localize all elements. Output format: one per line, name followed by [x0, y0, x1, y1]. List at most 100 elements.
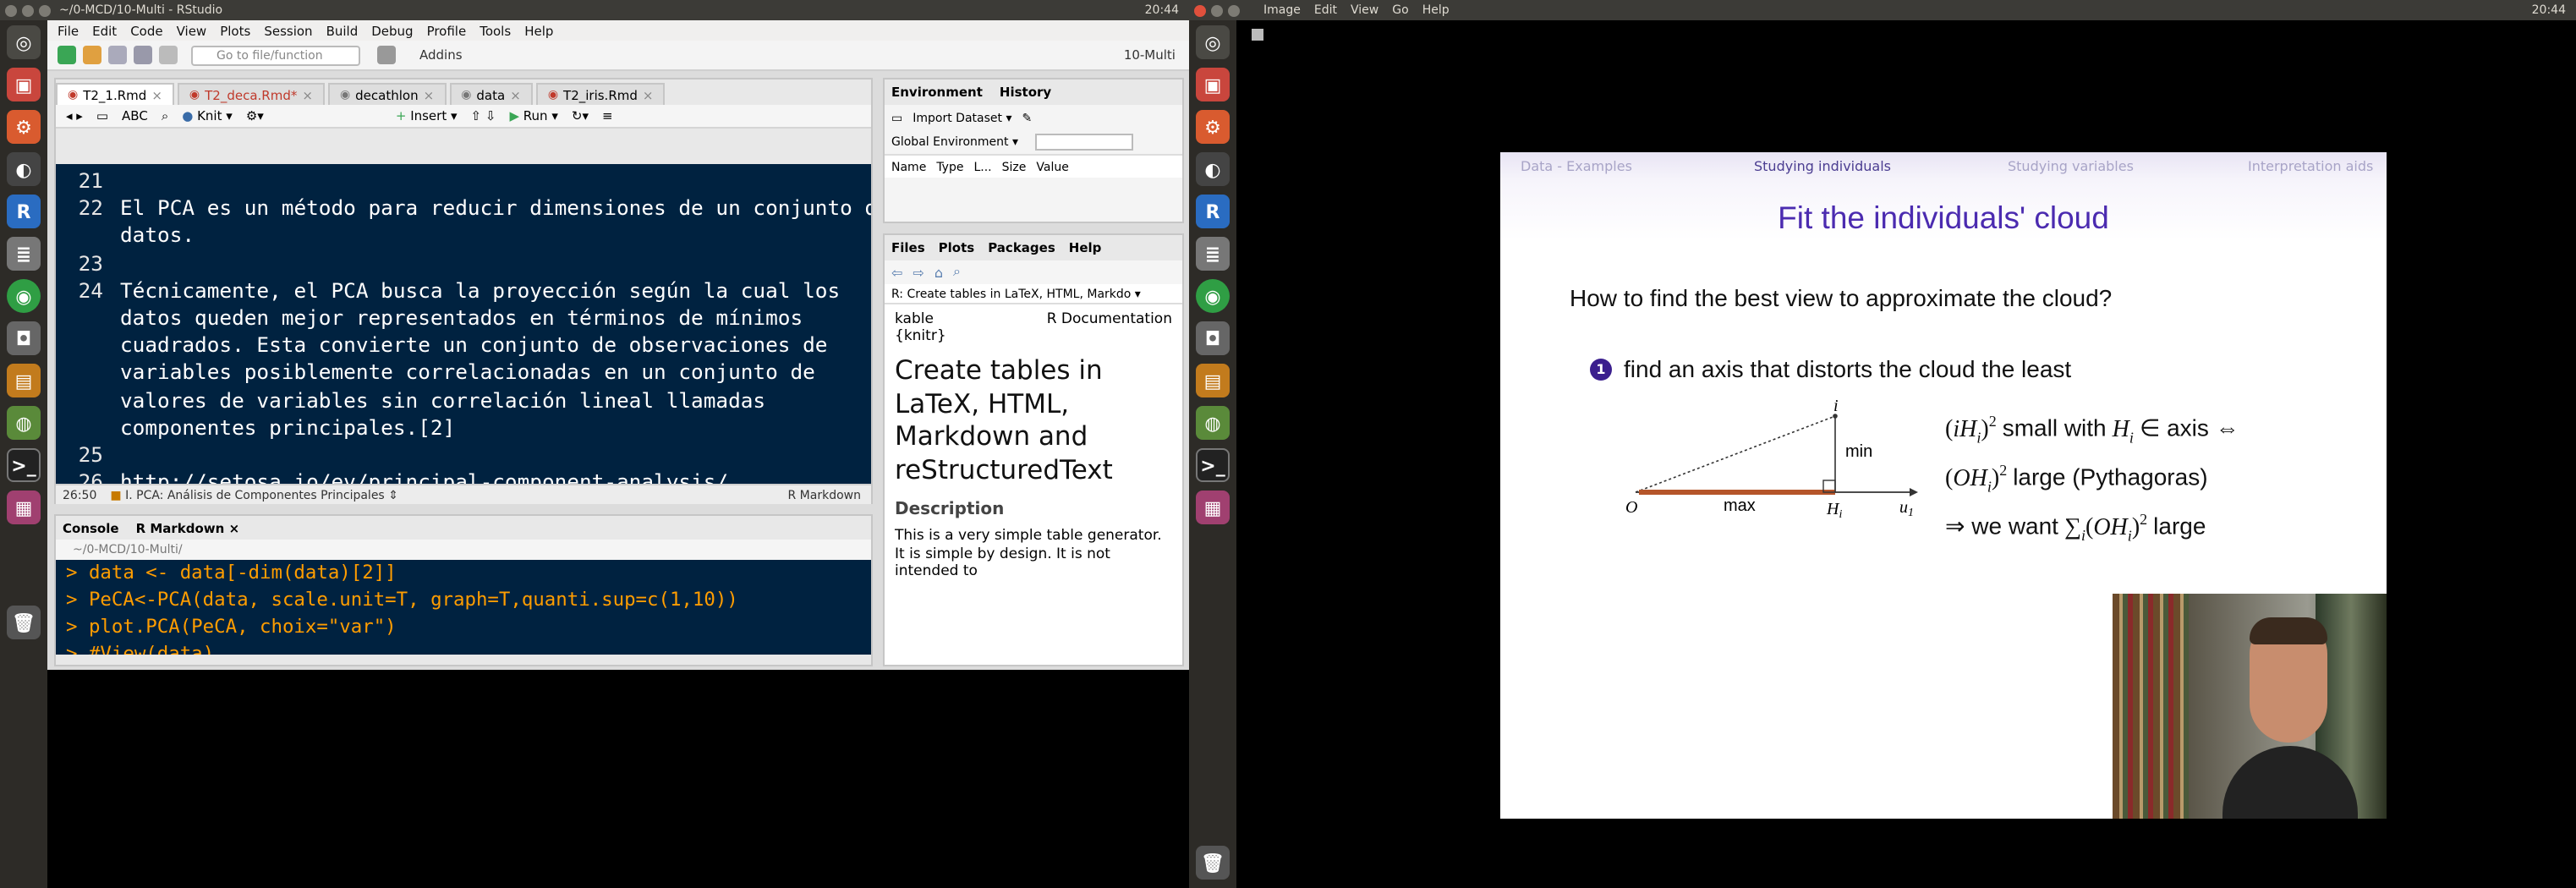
dash2-icon[interactable]: ◎ [1196, 25, 1230, 59]
new-file-icon[interactable] [58, 46, 76, 64]
tab-history[interactable]: History [1000, 85, 1051, 100]
terminal2-icon[interactable]: >_ [1196, 448, 1230, 482]
broom-icon[interactable]: ✎ [1022, 111, 1033, 124]
disk2-icon[interactable]: ◐ [1196, 152, 1230, 186]
back-icon[interactable]: ◂ ▸ [66, 108, 83, 123]
viewer-menu-view[interactable]: View [1351, 3, 1378, 17]
menu-build[interactable]: Build [326, 23, 359, 38]
r2-icon[interactable]: R [1196, 195, 1230, 228]
editor-tab[interactable]: ◉ T2_deca.Rmd* × [177, 83, 325, 105]
outline-icon[interactable]: ≡ [602, 108, 613, 123]
addins-menu[interactable]: Addins [419, 47, 463, 63]
forward-arrow-icon[interactable]: ⇨ [913, 265, 924, 280]
rerun-icon[interactable]: ↻▾ [572, 108, 589, 123]
open-folder-icon[interactable] [83, 46, 101, 64]
slides-icon[interactable]: ▤ [7, 364, 41, 397]
menu-edit[interactable]: Edit [92, 23, 117, 38]
editor-tab[interactable]: ◉ T2_1.Rmd × [56, 83, 174, 105]
env-search-input[interactable] [1035, 134, 1134, 151]
env-column-header[interactable]: Size [1002, 160, 1027, 173]
app2-icon[interactable]: ▣ [1196, 68, 1230, 101]
menu-code[interactable]: Code [130, 23, 162, 38]
tab-plots[interactable]: Plots [939, 240, 975, 255]
viewer-menu-go[interactable]: Go [1392, 3, 1408, 17]
camera2-icon[interactable]: ◘ [1196, 321, 1230, 355]
max-dot[interactable] [39, 4, 51, 16]
nav-interpretation-aids[interactable]: Interpretation aids [2248, 159, 2373, 174]
editor-tab[interactable]: ◉ decathlon × [327, 83, 447, 105]
editor-tab[interactable]: ◉ data × [449, 83, 533, 105]
nav-data-examples[interactable]: Data - Examples [1521, 159, 1632, 174]
storage2-icon[interactable]: ≣ [1196, 237, 1230, 271]
tab-console[interactable]: Console [63, 520, 119, 535]
slides2-icon[interactable]: ▤ [1196, 364, 1230, 397]
viewer-menu-image[interactable]: Image [1263, 3, 1301, 17]
r-icon[interactable]: R [7, 195, 41, 228]
close-tab-icon[interactable]: × [151, 87, 162, 102]
menu-session[interactable]: Session [264, 23, 312, 38]
env-column-header[interactable]: Type [936, 160, 963, 173]
save-doc-icon[interactable]: ▭ [96, 108, 108, 123]
trash2-icon[interactable]: 🗑 [1196, 846, 1230, 880]
tab-packages[interactable]: Packages [988, 240, 1055, 255]
knit-button[interactable]: ● Knit ▾ [182, 108, 233, 123]
home-icon[interactable]: ⌂ [934, 265, 943, 280]
import-dataset-button[interactable]: Import Dataset ▾ [913, 111, 1011, 124]
nav-studying-variables[interactable]: Studying variables [2008, 159, 2134, 174]
find-icon[interactable]: ⌕ [162, 107, 168, 124]
viewer-menu-edit[interactable]: Edit [1314, 3, 1337, 17]
env-column-header[interactable]: Value [1036, 160, 1068, 173]
settings-icon[interactable]: ⚙ [7, 110, 41, 144]
tab-help[interactable]: Help [1069, 240, 1102, 255]
help-topic-select[interactable]: R: Create tables in LaTeX, HTML, Markdo … [885, 284, 1182, 304]
apps-icon[interactable]: ▦ [7, 491, 41, 524]
menu-view[interactable]: View [177, 23, 207, 38]
menu-tools[interactable]: Tools [480, 23, 511, 38]
save-icon[interactable] [108, 46, 127, 64]
up-icon[interactable]: ⇧ ⇩ [471, 108, 496, 123]
trash-icon[interactable]: 🗑 [7, 606, 41, 639]
tab-rmarkdown[interactable]: R Markdown × [136, 520, 240, 535]
load-icon[interactable]: ▭ [891, 111, 902, 124]
close-tab-icon[interactable]: × [302, 87, 313, 102]
chrome2-icon[interactable]: ◉ [1196, 279, 1230, 313]
insert-button[interactable]: + Insert ▾ [396, 108, 458, 123]
run-button[interactable]: ▶ Run ▾ [509, 108, 557, 123]
viewer-fit-icon[interactable] [1252, 29, 1263, 41]
section-indicator[interactable]: ■ I. PCA: Análisis de Componentes Princi… [110, 488, 398, 502]
menu-help[interactable]: Help [524, 23, 553, 38]
back-arrow-icon[interactable]: ⇦ [891, 265, 902, 280]
disk-icon[interactable]: ◐ [7, 152, 41, 186]
gear-icon[interactable]: ⚙▾ [246, 108, 264, 123]
menu-profile[interactable]: Profile [427, 23, 467, 38]
menu-plots[interactable]: Plots [220, 23, 250, 38]
grid-icon[interactable] [377, 46, 396, 64]
env-column-header[interactable]: Name [891, 160, 926, 173]
console-output[interactable]: > data <- data[-dim(data)[2]] > PeCA<-PCA… [56, 560, 871, 655]
screen-icon[interactable]: ◍ [7, 406, 41, 440]
tab-files[interactable]: Files [891, 240, 925, 255]
dash-icon[interactable]: ◎ [7, 25, 41, 59]
close-dot[interactable] [5, 4, 17, 16]
go-to-file-input[interactable]: Go to file/function [191, 45, 360, 65]
viewer-max-dot[interactable] [1228, 4, 1240, 16]
save-all-icon[interactable] [134, 46, 152, 64]
project-menu[interactable]: 10-Multi [1124, 47, 1176, 63]
screen2-icon[interactable]: ◍ [1196, 406, 1230, 440]
chrome-icon[interactable]: ◉ [7, 279, 41, 313]
tab-environment[interactable]: Environment [891, 85, 983, 100]
print-icon[interactable] [159, 46, 178, 64]
close-tab-icon[interactable]: × [424, 87, 435, 102]
terminal-icon[interactable]: >_ [7, 448, 41, 482]
settings2-icon[interactable]: ⚙ [1196, 110, 1230, 144]
viewer-close-dot[interactable] [1194, 4, 1206, 16]
nav-studying-individuals[interactable]: Studying individuals [1754, 159, 1891, 174]
min-dot[interactable] [22, 4, 34, 16]
close-tab-icon[interactable]: × [510, 87, 521, 102]
editor-tab[interactable]: ◉ T2_iris.Rmd × [535, 83, 666, 105]
menu-debug[interactable]: Debug [371, 23, 413, 38]
apps2-icon[interactable]: ▦ [1196, 491, 1230, 524]
close-tab-icon[interactable]: × [643, 87, 654, 102]
app-icon[interactable]: ▣ [7, 68, 41, 101]
camera-icon[interactable]: ◘ [7, 321, 41, 355]
